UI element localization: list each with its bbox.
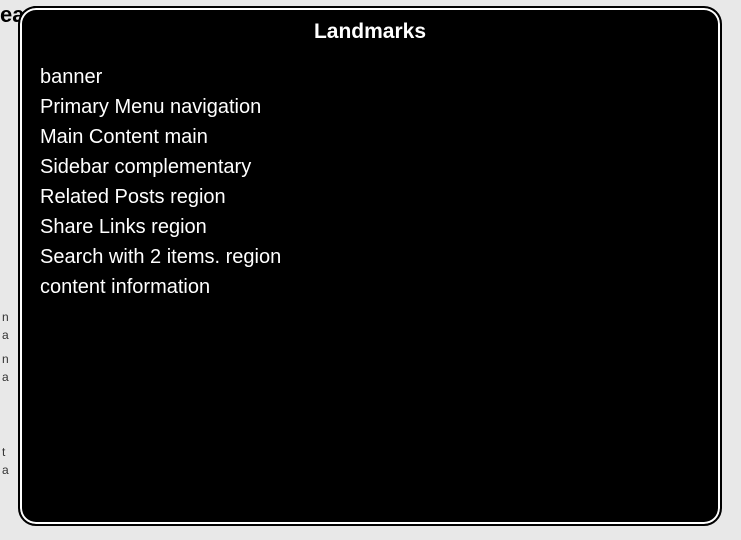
background-text-fragment: t <box>2 445 5 459</box>
landmark-item-main[interactable]: Main Content main <box>40 122 700 152</box>
background-text-fragment: n <box>2 310 9 324</box>
landmark-item-contentinfo[interactable]: content information <box>40 272 700 302</box>
landmark-item-related-posts[interactable]: Related Posts region <box>40 182 700 212</box>
panel-title: Landmarks <box>40 20 700 44</box>
background-text-fragment: n <box>2 352 9 366</box>
landmarks-rotor-panel: Landmarks banner Primary Menu navigation… <box>18 6 722 526</box>
landmark-item-navigation[interactable]: Primary Menu navigation <box>40 92 700 122</box>
landmark-item-banner[interactable]: banner <box>40 62 700 92</box>
background-text-fragment: a <box>2 370 9 384</box>
landmark-item-share-links[interactable]: Share Links region <box>40 212 700 242</box>
landmark-list: banner Primary Menu navigation Main Cont… <box>40 62 700 302</box>
background-text-fragment: a <box>2 463 9 477</box>
landmark-item-search[interactable]: Search with 2 items. region <box>40 242 700 272</box>
background-text-fragment: a <box>2 328 9 342</box>
landmark-item-complementary[interactable]: Sidebar complementary <box>40 152 700 182</box>
